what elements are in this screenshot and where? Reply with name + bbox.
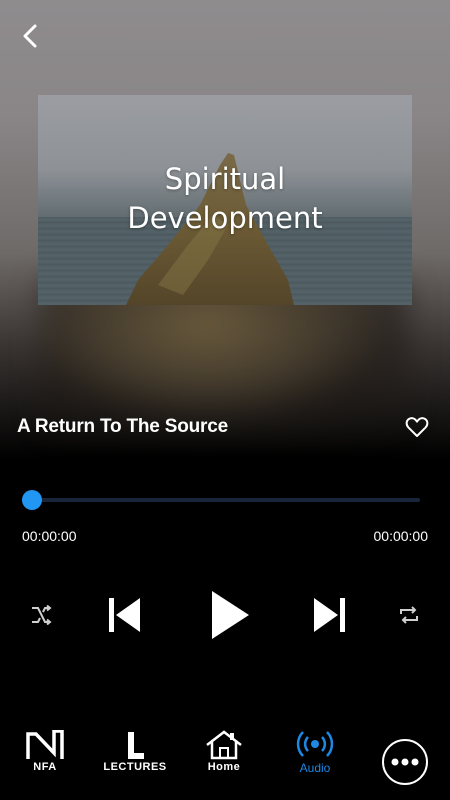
broadcast-icon: [296, 731, 334, 757]
nav-item-lectures[interactable]: LECTURES: [102, 730, 168, 790]
skip-next-icon: [314, 598, 345, 632]
seek-thumb[interactable]: [22, 490, 42, 510]
next-button[interactable]: [310, 594, 350, 636]
repeat-button[interactable]: [394, 600, 424, 630]
nav-label-home: Home: [207, 761, 241, 773]
chevron-left-icon: [23, 24, 37, 48]
play-button[interactable]: [205, 587, 255, 643]
skip-previous-icon: [109, 598, 140, 632]
album-artwork: Spiritual Development: [38, 95, 412, 305]
seek-bar[interactable]: [22, 490, 420, 510]
bottom-navigation: NFA LECTURES Home Audio: [0, 730, 450, 800]
track-info-row: A Return To The Source: [0, 405, 450, 449]
heart-outline-icon: [405, 417, 429, 437]
nav-item-home[interactable]: Home: [200, 730, 248, 790]
repeat-icon: [400, 606, 418, 624]
shuffle-button[interactable]: [26, 600, 56, 630]
track-title: A Return To The Source: [17, 416, 228, 437]
nav-item-nfa[interactable]: NFA: [20, 730, 70, 790]
nav-label-audio: Audio: [299, 761, 331, 775]
play-icon: [212, 591, 249, 639]
back-button[interactable]: [14, 20, 46, 52]
favorite-button[interactable]: [402, 412, 432, 442]
home-icon: [206, 730, 242, 760]
nav-item-audio[interactable]: Audio: [290, 730, 340, 790]
more-icon: [391, 758, 419, 766]
nav-item-more[interactable]: [382, 739, 428, 785]
current-time: 00:00:00: [22, 528, 77, 544]
nav-label-lectures: LECTURES: [103, 761, 167, 773]
previous-button[interactable]: [104, 594, 144, 636]
nfa-logo-icon: [26, 730, 64, 759]
hero-background: Spiritual Development: [0, 0, 450, 460]
nav-label-nfa: NFA: [33, 761, 57, 773]
lectures-l-icon: [128, 732, 144, 759]
duration-time: 00:00:00: [373, 528, 429, 544]
artwork-title: Spiritual Development: [127, 162, 323, 235]
shuffle-icon: [32, 605, 52, 625]
seek-track: [22, 498, 420, 502]
